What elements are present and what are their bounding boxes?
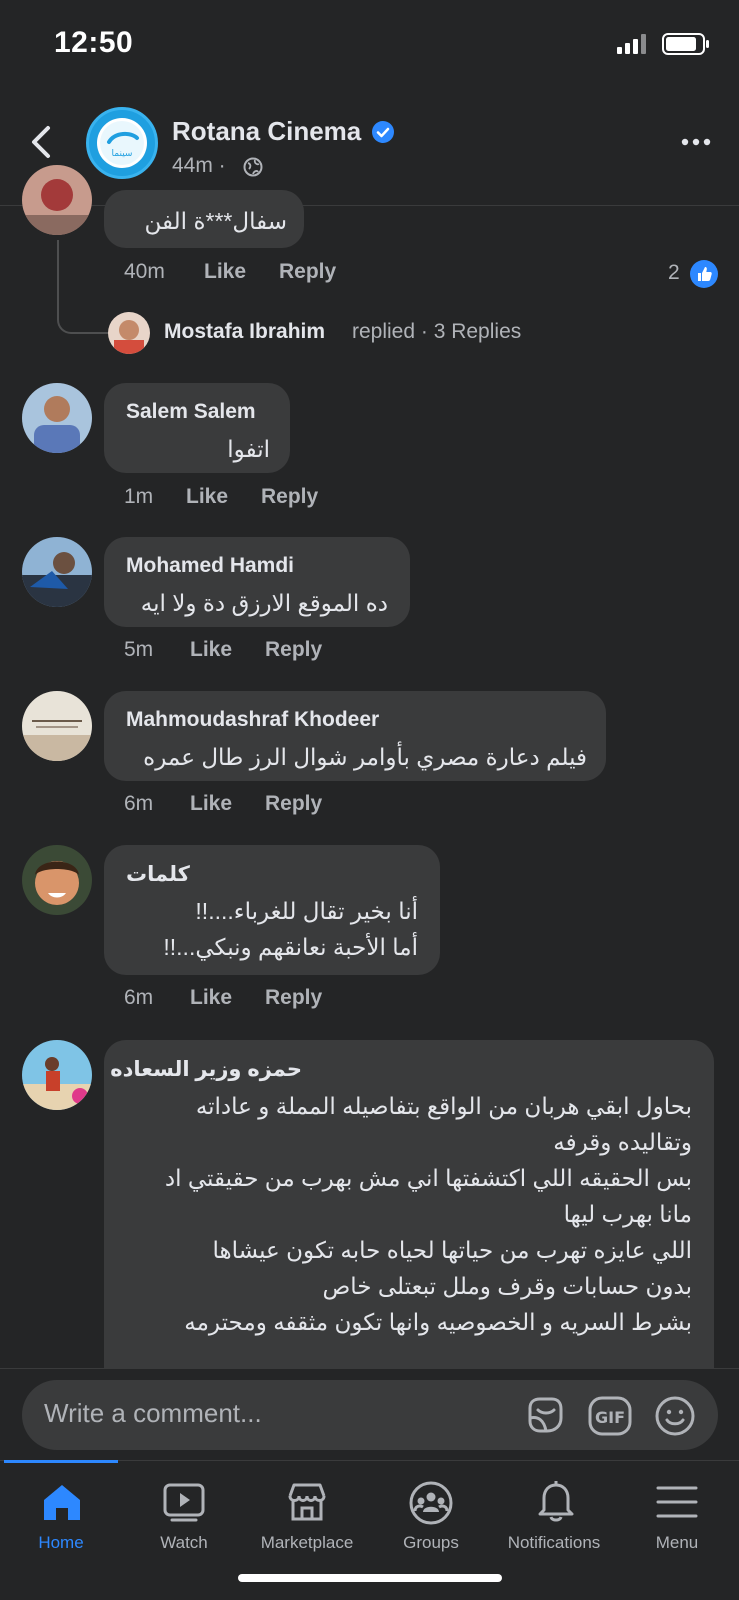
nav-marketplace-label[interactable]: Marketplace: [242, 1533, 372, 1553]
groups-icon[interactable]: [408, 1480, 454, 1526]
battery-icon: [662, 33, 709, 55]
comment-text: اتفوا: [227, 436, 270, 462]
marketplace-icon[interactable]: [285, 1480, 329, 1524]
avatar[interactable]: [22, 165, 92, 235]
comment-text-line: مانا بهرب ليها: [563, 1201, 692, 1227]
nav-groups-label[interactable]: Groups: [366, 1533, 496, 1553]
comment-text-line: بحاول ابقي هربان من الواقع بتفاصيله المم…: [195, 1093, 692, 1119]
page-avatar[interactable]: سينما: [86, 107, 158, 179]
emoji-icon[interactable]: [654, 1395, 696, 1437]
nav-watch-label[interactable]: Watch: [119, 1533, 249, 1553]
like-button[interactable]: Like: [190, 986, 232, 1009]
comment-time: 5m: [124, 638, 154, 661]
comment-time: 1m: [124, 485, 154, 508]
like-reaction-icon: [690, 260, 718, 288]
signal-icon: [617, 34, 646, 54]
menu-icon[interactable]: [656, 1484, 698, 1520]
avatar[interactable]: [108, 312, 150, 354]
comment-author[interactable]: Salem Salem: [126, 400, 256, 424]
avatar[interactable]: [22, 537, 92, 607]
nav-home-label[interactable]: Home: [0, 1533, 126, 1553]
like-button[interactable]: Like: [190, 792, 232, 815]
svg-text:GIF: GIF: [595, 1408, 625, 1427]
comment-text-line: بس الحقيقه اللي اكتشفتها اني مش بهرب من …: [164, 1165, 692, 1191]
watch-icon[interactable]: [162, 1480, 206, 1524]
like-button[interactable]: Like: [204, 260, 246, 283]
comment-text-line: وتقاليده وقرفه: [553, 1129, 692, 1155]
nav-notifications-label[interactable]: Notifications: [489, 1533, 619, 1553]
comment-author[interactable]: كلمات: [126, 862, 190, 887]
svg-text:سينما: سينما: [112, 149, 133, 159]
comment-actions: 40m: [124, 260, 165, 284]
comment-text-line: أما الأحبة نعانقهم ونبكي...!!: [163, 934, 418, 960]
avatar[interactable]: [22, 1040, 92, 1110]
globe-icon: [243, 157, 263, 177]
reply-button[interactable]: Reply: [279, 260, 336, 283]
gif-icon[interactable]: GIF: [588, 1396, 632, 1436]
bell-icon[interactable]: [534, 1478, 578, 1524]
active-tab-indicator: [4, 1460, 118, 1463]
comment-text-line: اللي عايزه تهرب من حياتها لحياه حابه تكو…: [212, 1237, 692, 1263]
reply-button[interactable]: Reply: [265, 792, 322, 815]
comment-text: ده الموقع الارزق دة ولا ايه: [140, 590, 388, 616]
avatar[interactable]: [22, 383, 92, 453]
like-button[interactable]: Like: [186, 485, 228, 508]
reply-button[interactable]: Reply: [265, 638, 322, 661]
reaction-count[interactable]: 2: [668, 261, 680, 285]
nav-menu-label[interactable]: Menu: [612, 1533, 739, 1553]
comment-text: فيلم دعارة مصري بأوامر شوال الرز طال عمر…: [143, 744, 587, 770]
rotana-logo-icon: سينما: [100, 121, 144, 165]
comment-text: سفال***ة الفن: [144, 208, 287, 234]
page-name[interactable]: Rotana Cinema: [172, 116, 361, 147]
comment-text-line: بدون حسابات وقرف وملل تبعتلى خاص: [322, 1273, 692, 1299]
post-time: 44m ·: [172, 154, 226, 177]
home-icon[interactable]: [40, 1480, 84, 1524]
back-icon[interactable]: [28, 122, 56, 162]
reply-button[interactable]: Reply: [265, 986, 322, 1009]
reply-thread-line: [57, 240, 109, 334]
comment-time: 6m: [124, 792, 154, 815]
more-options-icon[interactable]: [681, 132, 711, 152]
like-button[interactable]: Like: [190, 638, 232, 661]
comment-time: 6m: [124, 986, 154, 1009]
status-time: 12:50: [54, 26, 134, 59]
verified-badge-icon: [372, 121, 394, 143]
avatar[interactable]: [22, 691, 92, 761]
comment-text-line: أنا بخير تقال للغرباء....!!: [195, 898, 418, 924]
comment-author[interactable]: Mahmoudashraf Khodeer: [126, 708, 379, 732]
replies-link[interactable]: replied · 3 Replies: [352, 320, 521, 344]
comment-input-placeholder: Write a comment...: [44, 1398, 262, 1428]
composer-divider: [0, 1368, 739, 1369]
home-indicator[interactable]: [238, 1574, 502, 1582]
avatar[interactable]: [22, 845, 92, 915]
comment-author[interactable]: حمزه وزير السعاده: [110, 1057, 302, 1082]
comment-author[interactable]: Mohamed Hamdi: [126, 554, 294, 578]
replied-author[interactable]: Mostafa Ibrahim: [164, 320, 325, 344]
sticker-icon[interactable]: [524, 1394, 566, 1436]
reply-button[interactable]: Reply: [261, 485, 318, 508]
comment-time: 40m: [124, 260, 165, 283]
comment-text-line: بشرط السريه و الخصوصيه وانها تكون مثقفه …: [184, 1309, 692, 1335]
